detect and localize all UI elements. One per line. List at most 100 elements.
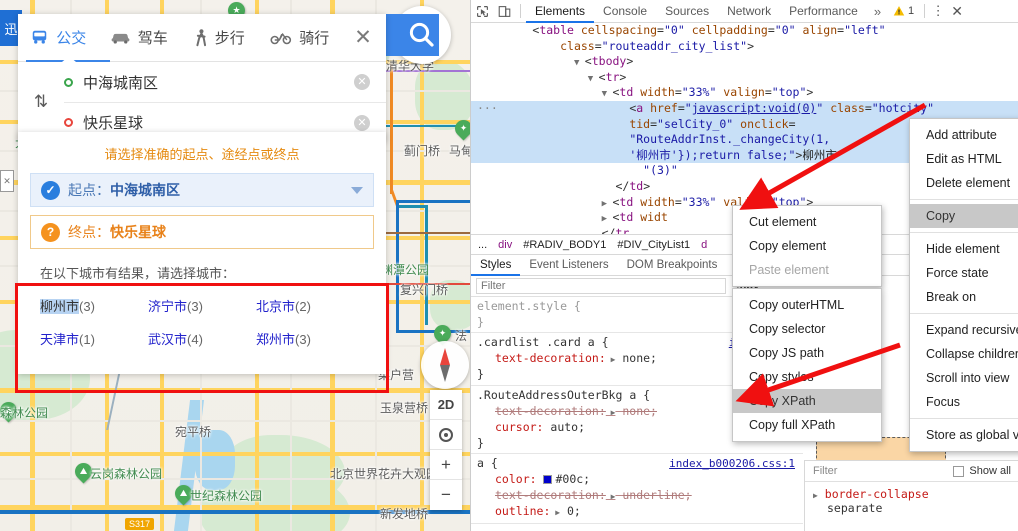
kebab-menu-icon[interactable]: ⋮ [930, 3, 946, 19]
css-property[interactable]: text-decoration: [477, 488, 606, 502]
menu-item-copy-element[interactable]: Copy element [733, 234, 881, 258]
menu-item-copy-selector[interactable]: Copy selector [733, 317, 881, 341]
menu-item-copy-js-path[interactable]: Copy JS path [733, 341, 881, 365]
devtools-tab-network[interactable]: Network [718, 0, 780, 23]
city-option[interactable]: 北京市(2) [256, 296, 364, 315]
city-option[interactable]: 天津市(1) [40, 329, 148, 348]
clear-end-icon[interactable]: ✕ [354, 114, 370, 131]
devtools-close-icon[interactable]: ✕ [946, 3, 968, 20]
menu-item-store-as-global-va[interactable]: Store as global va [910, 423, 1018, 447]
chevron-right-more-icon[interactable]: » [867, 4, 888, 19]
inspect-icon[interactable] [471, 0, 493, 23]
breadcrumb-item[interactable]: ... [478, 239, 487, 251]
styles-tab-styles[interactable]: Styles [471, 254, 520, 276]
css-value[interactable]: 0; [567, 504, 581, 518]
travel-mode-bike[interactable]: 骑行 [260, 14, 341, 61]
expand-triangle-icon[interactable]: ▶ [550, 508, 560, 517]
map-left-collapse-box[interactable]: ✕ [0, 170, 14, 192]
css-value[interactable]: none; [622, 404, 657, 418]
end-selection-row[interactable]: ? 终点：快乐星球 [30, 215, 374, 249]
breadcrumb-item[interactable]: #RADIV_BODY1 [523, 239, 606, 251]
menu-item-edit-as-html[interactable]: Edit as HTML [910, 147, 1018, 171]
menu-item-add-attribute[interactable]: Add attribute [910, 123, 1018, 147]
css-property[interactable]: outline: [477, 504, 550, 518]
css-property[interactable]: cursor: [477, 420, 543, 434]
styles-tab-event-listeners[interactable]: Event Listeners [520, 254, 617, 276]
menu-item-delete-element[interactable]: Delete element [910, 171, 1018, 195]
css-property[interactable]: color: [477, 472, 537, 486]
devtools-tab-elements[interactable]: Elements [526, 0, 594, 23]
menu-item-collapse-children[interactable]: Collapse children [910, 342, 1018, 366]
computed-filter-placeholder[interactable]: Filter [813, 465, 837, 477]
menu-item-hide-element[interactable]: Hide element [910, 237, 1018, 261]
computed-property[interactable]: ▶ border-collapse separate [805, 482, 1018, 515]
css-source-link[interactable]: index_b000206.css:1 [669, 456, 795, 472]
travel-mode-transit[interactable]: 公交 [18, 14, 99, 61]
devtools-tab-performance[interactable]: Performance [780, 0, 867, 23]
css-value[interactable]: underline; [622, 488, 691, 502]
expand-triangle-icon[interactable]: ▶ [606, 408, 616, 417]
travel-mode-walk[interactable]: 步行 [179, 14, 260, 61]
swap-icon[interactable]: ⇅ [18, 62, 64, 142]
breadcrumb-item[interactable]: #DIV_CityList1 [617, 239, 690, 251]
css-value[interactable]: auto; [550, 420, 585, 434]
menu-item-force-state[interactable]: Force state [910, 261, 1018, 285]
city-list[interactable]: 柳州市(3) 济宁市(3) 北京市(2) 天津市(1) 武汉市(4) 郑州市(3) [40, 296, 364, 348]
clear-start-icon[interactable]: ✕ [354, 74, 370, 90]
css-property[interactable]: text-decoration: [477, 351, 606, 365]
zoom-in-button[interactable]: + [430, 450, 462, 480]
city-option[interactable]: 武汉市(4) [148, 329, 256, 348]
css-property[interactable]: text-decoration: [477, 404, 606, 418]
menu-item-copy[interactable]: Copy [910, 204, 1018, 228]
dom-tree-line[interactable]: class="routeaddr_city_list"> [471, 39, 1018, 55]
menu-item-copy-xpath[interactable]: Copy XPath [733, 389, 881, 413]
dom-tree-line[interactable]: ▼ <tr> [471, 70, 1018, 86]
warning-badge[interactable]: 1 [888, 5, 919, 17]
city-option[interactable]: 济宁市(3) [148, 296, 256, 315]
menu-item-break-on[interactable]: Break on [910, 285, 1018, 309]
menu-item-expand-recursively[interactable]: Expand recursively [910, 318, 1018, 342]
dom-tree-line[interactable]: ▼ <tbody> [471, 54, 1018, 70]
breadcrumb-item[interactable]: div [498, 239, 512, 251]
map-search-button[interactable] [381, 6, 451, 64]
context-menu-main[interactable]: Add attribute Edit as HTML Delete element C… [909, 118, 1018, 452]
map-controls[interactable]: 2D + − [430, 390, 462, 510]
css-declaration[interactable]: text-decoration: ▶ underline; [477, 488, 803, 505]
styles-filter-input[interactable] [476, 278, 726, 294]
menu-item-focus[interactable]: Focus [910, 390, 1018, 414]
breadcrumb-item[interactable]: d [701, 239, 707, 251]
close-icon[interactable]: ✕ [340, 25, 386, 50]
menu-item-scroll-into-view[interactable]: Scroll into view [910, 366, 1018, 390]
map-2d-button[interactable]: 2D [430, 390, 462, 420]
expand-triangle-icon[interactable]: ▶ [606, 492, 616, 501]
css-value[interactable]: none; [622, 351, 657, 365]
locate-icon[interactable] [430, 420, 462, 450]
menu-item-copy-full-xpath[interactable]: Copy full XPath [733, 413, 881, 437]
zoom-out-button[interactable]: − [430, 480, 462, 510]
show-all-toggle[interactable]: Show all [953, 465, 1011, 477]
device-toolbar-icon[interactable] [493, 0, 515, 23]
dom-tree-line[interactable]: <table cellspacing="0" cellpadding="0" a… [471, 23, 1018, 39]
map-poi-marker[interactable]: ✦ [451, 116, 470, 142]
menu-item-cut-element[interactable]: Cut element [733, 210, 881, 234]
start-selection-row[interactable]: ✓ 起点：中海城南区 [30, 173, 374, 207]
devtools-tabs[interactable]: Elements Console Sources Network Performance [526, 0, 867, 23]
chevron-down-icon[interactable] [351, 187, 363, 194]
styles-tab-dom-breakpoints[interactable]: DOM Breakpoints [618, 254, 727, 276]
city-option[interactable]: 柳州市(3) [40, 296, 148, 315]
show-all-checkbox[interactable] [953, 465, 965, 477]
expand-triangle-icon[interactable]: ▶ [606, 355, 616, 364]
start-input-row[interactable]: 中海城南区 ✕ [64, 62, 386, 102]
context-menu-copy-submenu[interactable]: Copy outerHTML Copy selector Copy JS path C… [732, 288, 882, 442]
dom-tree-line[interactable]: ··· <a href="javascript:void(0)" class="… [471, 100, 1018, 117]
context-menu-edit-submenu[interactable]: Cut element Copy element Paste element [732, 205, 882, 287]
color-swatch[interactable] [543, 474, 553, 484]
css-rule[interactable]: index_b000206.css:1 a {color: #00c; text-d… [471, 454, 803, 524]
menu-item-copy-outerhtml[interactable]: Copy outerHTML [733, 293, 881, 317]
compass-icon[interactable] [421, 341, 469, 389]
css-declaration[interactable]: color: #00c; [477, 472, 803, 488]
dom-tree-line[interactable]: ▼ <td width="33%" valign="top"> [471, 85, 1018, 101]
devtools-tab-sources[interactable]: Sources [656, 0, 718, 23]
css-declaration[interactable]: outline: ▶ 0; [477, 504, 803, 521]
menu-item-copy-styles[interactable]: Copy styles [733, 365, 881, 389]
